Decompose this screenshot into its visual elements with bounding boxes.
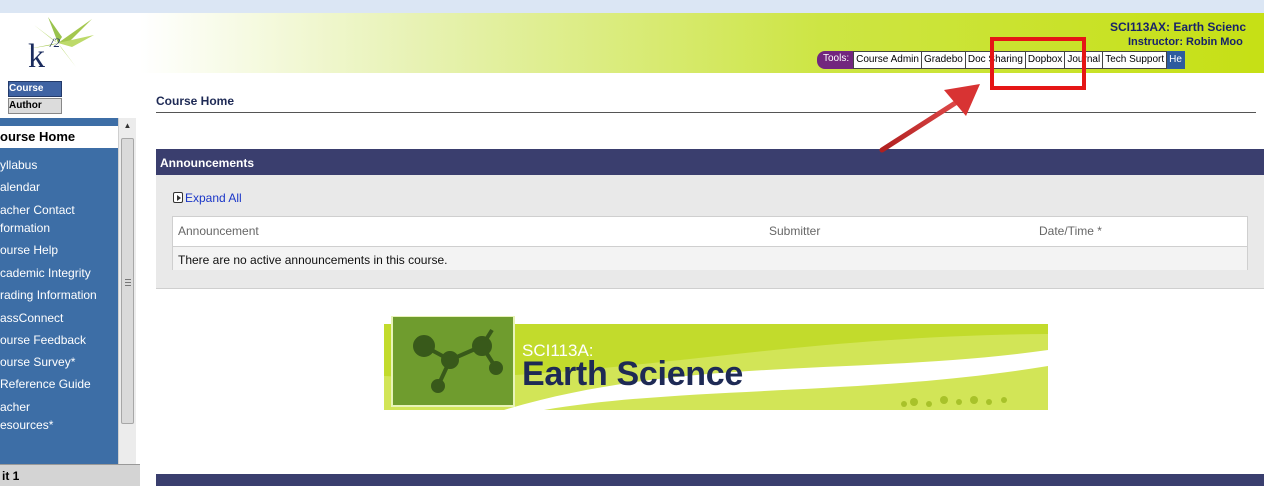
expand-all-link[interactable]: Expand All — [173, 191, 242, 205]
tools-label: Tools: — [817, 51, 854, 69]
nav-teacher-resources-line2[interactable]: esources* — [0, 416, 118, 434]
announcements-panel: Expand All Announcement Submitter Date/T… — [156, 175, 1264, 289]
sidebar: Course Author ourse Home yllabus alendar… — [0, 73, 146, 486]
grip-icon — [125, 279, 131, 286]
course-title: SCI113AX: Earth Scienc — [1110, 20, 1247, 34]
nav-grading-information[interactable]: rading Information — [0, 286, 118, 304]
nav-teacher-contact-line2[interactable]: formation — [0, 219, 118, 237]
browser-strip — [0, 0, 1264, 13]
page: k /2 SCI113AX: Earth Scienc Instructor: … — [0, 0, 1264, 486]
tool-tech-support[interactable]: Tech Support — [1103, 51, 1168, 69]
expand-icon — [173, 192, 183, 203]
k12-logo: k /2 — [28, 17, 94, 71]
nav-course-feedback[interactable]: ourse Feedback — [0, 331, 118, 349]
nav-course-help[interactable]: ourse Help — [0, 241, 118, 259]
scroll-thumb[interactable] — [121, 138, 134, 424]
banner-course-name: Earth Science — [522, 355, 743, 393]
course-nav-list: ourse Home yllabus alendar acher Contact… — [0, 118, 118, 486]
announcements-table: Announcement Submitter Date/Time * There… — [172, 216, 1248, 270]
page-title: Course Home — [156, 94, 235, 108]
nav-calendar[interactable]: alendar — [0, 178, 118, 196]
nav-syllabus[interactable]: yllabus — [0, 156, 118, 174]
nav-academic-integrity[interactable]: cademic Integrity — [0, 264, 118, 282]
tool-gradebook[interactable]: Gradebo — [921, 51, 966, 69]
scroll-up-arrow-icon[interactable]: ▲ — [119, 118, 136, 134]
tab-course[interactable]: Course — [8, 81, 62, 97]
nav-course-home[interactable]: ourse Home — [0, 126, 118, 148]
highlight-box — [990, 37, 1086, 90]
sidebar-scrollbar[interactable]: ▲ — [118, 118, 136, 464]
empty-announcements-row: There are no active announcements in thi… — [173, 246, 1247, 270]
svg-text:/2: /2 — [49, 35, 61, 50]
announcements-header: Announcements — [156, 149, 1264, 175]
column-announcement[interactable]: Announcement — [178, 224, 259, 238]
tab-author[interactable]: Author — [8, 98, 62, 114]
column-datetime[interactable]: Date/Time * — [1039, 224, 1102, 238]
nav-teacher-contact[interactable]: acher Contact — [0, 201, 118, 219]
expand-all-label: Expand All — [185, 191, 242, 205]
annotation-arrow-icon — [879, 84, 980, 153]
next-section-header — [156, 474, 1264, 486]
nav-course-survey[interactable]: ourse Survey* — [0, 353, 118, 371]
nav-reference-guide[interactable]: Reference Guide — [0, 375, 118, 393]
column-submitter[interactable]: Submitter — [769, 224, 820, 238]
tool-course-admin[interactable]: Course Admin — [853, 51, 922, 69]
tool-help[interactable]: He — [1167, 51, 1185, 69]
nav-teacher-resources[interactable]: acher — [0, 398, 118, 416]
unit-header[interactable]: it 1 — [0, 464, 140, 486]
instructor-name: Instructor: Robin Moo — [1128, 36, 1243, 48]
nav-classconnect[interactable]: assConnect — [0, 309, 118, 327]
svg-text:k: k — [28, 38, 45, 71]
title-divider — [156, 112, 1256, 113]
